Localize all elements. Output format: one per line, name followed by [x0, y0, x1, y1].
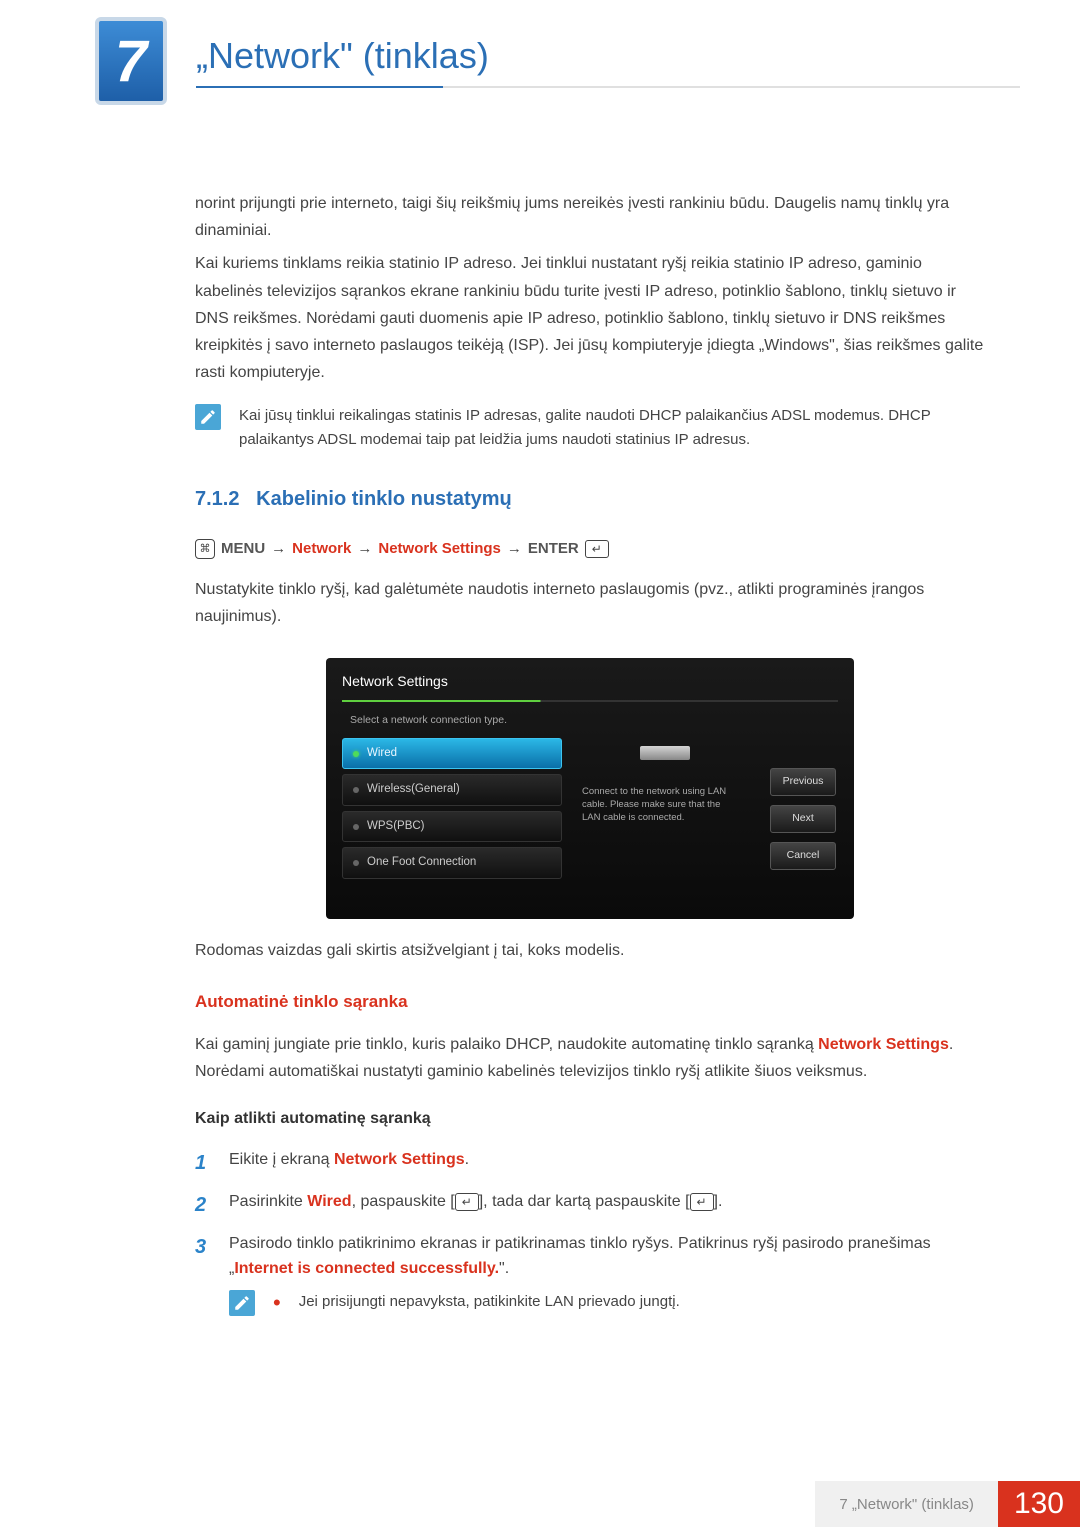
section-paragraph: Nustatykite tinklo ryšį, kad galėtumėte …	[195, 576, 985, 630]
text-fragment: Pasirinkite	[229, 1193, 307, 1210]
osd-screenshot: Network Settings Select a network connec…	[326, 658, 854, 919]
sub-note-text: Jei prisijungti nepavyksta, patikinkite …	[299, 1290, 680, 1316]
arrow-icon: →	[271, 536, 286, 562]
radio-icon	[353, 787, 359, 793]
step-text: Eikite į ekraną Network Settings.	[229, 1147, 985, 1179]
osd-button-group: Previous Next Cancel	[770, 768, 836, 870]
step-number: 2	[195, 1189, 213, 1221]
step-text: Pasirinkite Wired, paspauskite [↵], tada…	[229, 1189, 985, 1221]
auto-setup-heading: Automatinė tinklo sąranka	[195, 988, 985, 1017]
osd-item-onefoot[interactable]: One Foot Connection	[342, 847, 562, 879]
step-1: 1 Eikite į ekraną Network Settings.	[195, 1147, 985, 1179]
page-number: 130	[998, 1481, 1080, 1527]
text-fragment: ".	[499, 1260, 509, 1277]
section-title: Kabelinio tinklo nustatymų	[256, 488, 512, 510]
page-title: „Network" (tinklas)	[196, 35, 489, 77]
osd-item-label: Wired	[367, 744, 397, 764]
section-heading: 7.1.2 Kabelinio tinklo nustatymų	[195, 482, 985, 516]
nav-network-settings: Network Settings	[378, 536, 501, 562]
text-fragment: .	[465, 1151, 469, 1168]
radio-icon	[353, 824, 359, 830]
next-button[interactable]: Next	[770, 805, 836, 833]
step-number: 3	[195, 1231, 213, 1316]
menu-label: MENU	[221, 536, 265, 562]
enter-button-icon: ↵	[690, 1193, 714, 1211]
osd-hint: Select a network connection type.	[350, 712, 838, 730]
osd-caption: Rodomas vaizdas gali skirtis atsižvelgia…	[195, 937, 985, 964]
auto-setup-paragraph: Kai gaminį jungiate prie tinklo, kuris p…	[195, 1031, 985, 1085]
arrow-icon: →	[507, 536, 522, 562]
intro-paragraph-2: Kai kuriems tinklams reikia statinio IP …	[195, 250, 985, 386]
howto-heading: Kaip atlikti automatinę sąranką	[195, 1105, 985, 1132]
osd-divider	[342, 700, 838, 702]
enter-button-icon: ↵	[455, 1193, 479, 1211]
intro-paragraph-1: norint prijungti prie interneto, taigi š…	[195, 190, 985, 244]
cancel-button[interactable]: Cancel	[770, 842, 836, 870]
osd-item-wireless[interactable]: Wireless(General)	[342, 774, 562, 806]
note-block: Kai jūsų tinklui reikalingas statinis IP…	[195, 404, 985, 452]
osd-option-list: Wired Wireless(General) WPS(PBC) One Foo…	[342, 738, 562, 879]
osd-item-label: WPS(PBC)	[367, 817, 425, 837]
text-fragment: ], tada dar kartą paspauskite [	[479, 1193, 690, 1210]
step-2: 2 Pasirinkite Wired, paspauskite [↵], ta…	[195, 1189, 985, 1221]
footer-chapter-label: 7 „Network" (tinklas)	[815, 1481, 998, 1527]
title-underline	[196, 86, 1020, 88]
osd-title: Network Settings	[342, 670, 838, 700]
lan-port-icon	[640, 746, 690, 760]
enter-button-icon: ↵	[585, 540, 609, 558]
text-fragment: , paspauskite [	[352, 1193, 455, 1210]
previous-button[interactable]: Previous	[770, 768, 836, 796]
wired-ref: Wired	[307, 1193, 351, 1210]
pencil-note-icon	[229, 1290, 255, 1316]
radio-selected-icon	[353, 751, 359, 757]
osd-description: Connect to the network using LAN cable. …	[582, 786, 728, 824]
network-settings-ref: Network Settings	[818, 1036, 949, 1053]
text-fragment: Eikite į ekraną	[229, 1151, 334, 1168]
text-fragment: Kai gaminį jungiate prie tinklo, kuris p…	[195, 1036, 818, 1053]
arrow-icon: →	[357, 536, 372, 562]
note-text: Kai jūsų tinklui reikalingas statinis IP…	[239, 404, 985, 452]
page-content: norint prijungti prie interneto, taigi š…	[195, 190, 985, 1326]
osd-item-wps[interactable]: WPS(PBC)	[342, 811, 562, 843]
pencil-note-icon	[195, 404, 221, 430]
network-settings-ref: Network Settings	[334, 1151, 465, 1168]
step-number: 1	[195, 1147, 213, 1179]
page-footer: 7 „Network" (tinklas) 130	[815, 1481, 1080, 1527]
text-fragment: ].	[714, 1193, 723, 1210]
step-3: 3 Pasirodo tinklo patikrinimo ekranas ir…	[195, 1231, 985, 1316]
success-message-ref: Internet is connected successfully.	[234, 1260, 499, 1277]
menu-navigation-path: ⌘ MENU → Network → Network Settings → EN…	[195, 536, 985, 562]
osd-item-label: Wireless(General)	[367, 780, 460, 800]
nav-network: Network	[292, 536, 351, 562]
enter-label: ENTER	[528, 536, 579, 562]
step-text: Pasirodo tinklo patikrinimo ekranas ir p…	[229, 1231, 985, 1316]
sub-note: • Jei prisijungti nepavyksta, patikinkit…	[229, 1290, 985, 1316]
radio-icon	[353, 860, 359, 866]
section-number: 7.1.2	[195, 488, 239, 510]
bullet-icon: •	[273, 1290, 281, 1316]
chapter-number-badge: 7	[95, 17, 167, 105]
osd-item-label: One Foot Connection	[367, 853, 476, 873]
menu-button-icon: ⌘	[195, 539, 215, 559]
osd-item-wired[interactable]: Wired	[342, 738, 562, 770]
